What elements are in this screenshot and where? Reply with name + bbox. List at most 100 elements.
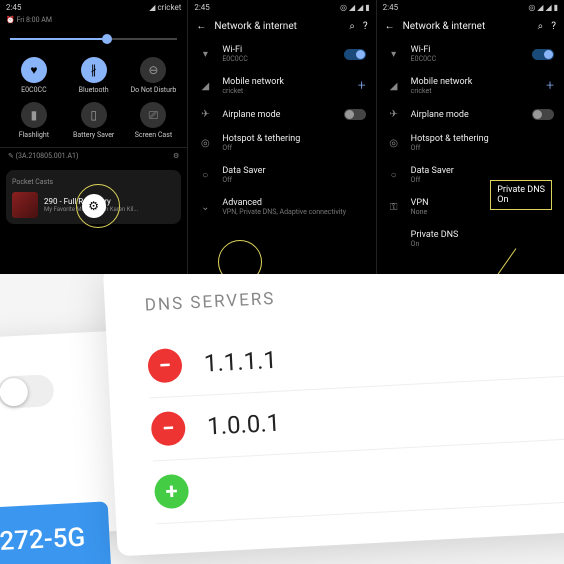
row-title: Mobile network — [222, 77, 347, 87]
callout-box: Private DNS On — [490, 180, 552, 210]
qs-tile[interactable]: ⊖ Do Not Disturb — [124, 53, 184, 98]
settings-panel-expanded: 2:45◎ ◢ ◢ ▮ ← Network & internet ⌕ ? ▾ W… — [377, 0, 564, 274]
page-title: Network & internet — [403, 21, 486, 32]
add-icon[interactable]: + — [546, 78, 554, 94]
settings-row[interactable]: Private DNS On — [377, 223, 564, 255]
row-title: Advanced — [222, 198, 365, 208]
remove-icon[interactable]: − — [147, 348, 183, 384]
settings-row[interactable]: ✈ Airplane mode — [377, 102, 564, 127]
media-card[interactable]: Pocket Casts ⚙ 290 - Full Recovery My Fa… — [6, 170, 181, 224]
page-title: Network & internet — [214, 21, 297, 32]
status-icons: ◎ ◢ ◢ ▮ — [528, 3, 558, 12]
time: 2:45 — [6, 3, 21, 12]
help-icon[interactable]: ? — [363, 21, 368, 32]
row-title: Data Saver — [411, 166, 554, 176]
row-icon: ◢ — [387, 81, 401, 92]
row-icon: ⌄ — [198, 202, 212, 213]
ios-section: 272-5G DNS SERVERS − 1.1.1.1 − 1.0.0.1 + — [0, 274, 564, 564]
add-icon[interactable]: + — [154, 474, 190, 510]
row-subtitle: Off — [222, 176, 365, 184]
qs-tile[interactable]: ∦ Bluetooth — [64, 53, 124, 98]
settings-row[interactable]: ▾ Wi-Fi E0C0CC — [377, 38, 564, 70]
toggle[interactable] — [344, 109, 366, 120]
settings-row[interactable]: ⌄ Advanced VPN, Private DNS, Adaptive co… — [188, 191, 375, 223]
search-icon[interactable]: ⌕ — [538, 21, 544, 32]
help-icon[interactable]: ? — [551, 21, 556, 32]
network-chip[interactable]: 272-5G — [0, 501, 111, 564]
toggle-switch[interactable] — [0, 374, 55, 409]
dns-value: 1.1.1.1 — [203, 346, 277, 378]
row-title: Private DNS — [411, 230, 554, 240]
qs-tile[interactable]: ⎚ Screen Cast — [124, 98, 184, 143]
status-icons: ◎ ◢ ◢ ▮ — [340, 3, 370, 12]
qs-tile[interactable]: ▮ Flashlight — [4, 98, 64, 143]
gear-icon[interactable]: ⚙ — [173, 152, 179, 160]
toggle[interactable] — [532, 49, 554, 60]
row-subtitle: On — [411, 240, 554, 248]
app-label: Pocket Casts — [12, 178, 53, 186]
row-icon: ○ — [198, 170, 212, 181]
settings-row[interactable]: ▾ Wi-Fi E0C0CC — [188, 38, 375, 70]
row-icon: ✈ — [387, 109, 401, 120]
tile-label: Flashlight — [4, 131, 64, 139]
toggle[interactable] — [532, 109, 554, 120]
qs-tile[interactable]: ♥ E0C0CC — [4, 53, 64, 98]
tile-icon: ⊖ — [140, 57, 166, 83]
row-subtitle: Off — [411, 144, 554, 152]
album-art — [12, 192, 38, 218]
tile-icon: ⎚ — [140, 102, 166, 128]
row-title: Wi-Fi — [222, 45, 333, 55]
tile-label: Screen Cast — [124, 131, 184, 139]
row-icon: ○ — [387, 170, 401, 181]
carrier: ◢ cricket — [149, 3, 181, 12]
settings-row[interactable]: ✈ Airplane mode — [188, 102, 375, 127]
tile-label: Battery Saver — [64, 131, 124, 139]
tile-icon: ▮ — [21, 102, 47, 128]
quick-settings-panel: 2:45 ◢ cricket ⏰ Fri 8:00 AM ♥ E0C0CC ∦ … — [0, 0, 188, 274]
row-subtitle: cricket — [411, 87, 536, 95]
row-icon: ✈ — [198, 109, 212, 120]
row-subtitle: cricket — [222, 87, 347, 95]
row-title: Airplane mode — [411, 110, 522, 120]
brightness-slider[interactable] — [10, 31, 177, 47]
row-subtitle: Off — [222, 144, 365, 152]
row-subtitle: E0C0CC — [411, 55, 522, 63]
search-icon[interactable]: ⌕ — [349, 21, 355, 32]
row-icon: ▾ — [387, 49, 401, 60]
settings-row[interactable]: ◎ Hotspot & tethering Off — [377, 127, 564, 159]
dns-value: 1.0.0.1 — [207, 409, 281, 441]
settings-panel-basic: 2:45◎ ◢ ◢ ▮ ← Network & internet ⌕ ? ▾ W… — [188, 0, 376, 274]
row-icon: ◎ — [387, 138, 401, 149]
remove-icon[interactable]: − — [150, 411, 186, 447]
callout-title: Private DNS — [497, 185, 545, 195]
row-subtitle: VPN, Private DNS, Adaptive connectivity — [222, 208, 365, 216]
tile-label: Do Not Disturb — [124, 86, 184, 94]
row-icon: ⚿ — [387, 202, 401, 213]
add-icon[interactable]: + — [358, 78, 366, 94]
tile-label: E0C0CC — [4, 86, 64, 94]
row-title: Hotspot & tethering — [411, 134, 554, 144]
row-icon: ◢ — [198, 81, 212, 92]
toggle[interactable] — [344, 49, 366, 60]
back-icon[interactable]: ← — [385, 21, 395, 32]
row-icon: ◎ — [198, 138, 212, 149]
settings-row[interactable]: ○ Data Saver Off — [188, 159, 375, 191]
back-icon[interactable]: ← — [196, 21, 206, 32]
tile-label: Bluetooth — [64, 86, 124, 94]
row-title: Airplane mode — [222, 110, 333, 120]
settings-row[interactable]: ◢ Mobile network cricket + — [377, 70, 564, 102]
dns-card: DNS SERVERS − 1.1.1.1 − 1.0.0.1 + — [103, 274, 564, 556]
tile-icon: ▯ — [81, 102, 107, 128]
gear-icon[interactable]: ⚙ — [82, 194, 106, 218]
row-title: Hotspot & tethering — [222, 134, 365, 144]
callout-sub: On — [497, 195, 545, 205]
settings-row[interactable]: ◎ Hotspot & tethering Off — [188, 127, 375, 159]
row-subtitle: E0C0CC — [222, 55, 333, 63]
settings-row[interactable]: ◢ Mobile network cricket + — [188, 70, 375, 102]
row-icon: ▾ — [198, 49, 212, 60]
status-bar: 2:45 ◢ cricket — [0, 0, 187, 15]
pencil-icon[interactable]: ✎ (3A.210805.001.A1) — [8, 152, 78, 160]
alarm-chip[interactable]: ⏰ Fri 8:00 AM — [0, 15, 187, 25]
qs-tile[interactable]: ▯ Battery Saver — [64, 98, 124, 143]
row-title: Wi-Fi — [411, 45, 522, 55]
